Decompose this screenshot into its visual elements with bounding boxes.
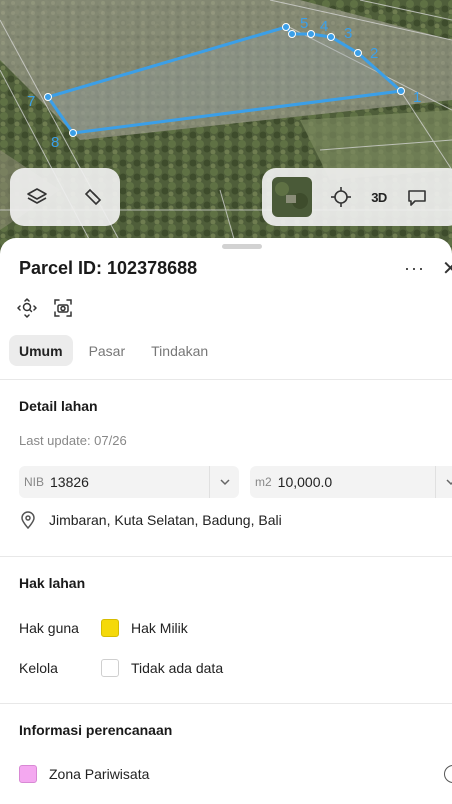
land-right-row: Hak guna Hak Milik [19,619,188,637]
vertex-label: 5 [300,15,308,32]
crosshair-icon[interactable] [326,182,356,212]
area-prefix: m2 [255,475,272,489]
parcel-detail-sheet: Parcel ID: 102378688 ··· ✕ Umum Pasar Ti… [0,238,452,804]
tab-tindakan[interactable]: Tindakan [141,335,218,366]
color-swatch [101,659,119,677]
land-right-row: Kelola Tidak ada data [19,659,223,677]
color-swatch [101,619,119,637]
land-right-value: Tidak ada data [131,660,224,676]
layers-icon[interactable] [24,182,50,212]
screenshot-icon[interactable] [53,298,73,318]
drag-handle[interactable] [222,244,262,249]
info-icon[interactable] [444,765,452,783]
satellite-thumbnail[interactable] [272,177,312,217]
area-field[interactable]: m2 10,000.0 [250,466,452,498]
color-swatch [19,765,37,783]
chevron-down-icon[interactable] [435,466,452,498]
land-rights-title: Hak lahan [19,575,86,591]
tab-umum[interactable]: Umum [9,335,73,366]
vertex-label: 8 [51,134,59,151]
draw-icon[interactable] [80,182,106,212]
satellite-map[interactable]: 5 4 3 2 1 7 8 3D [0,0,452,260]
3d-toggle-button[interactable]: 3D [356,190,402,205]
map-tools-panel [10,168,120,226]
vertex-label: 2 [370,45,378,62]
nib-prefix: NIB [24,475,45,489]
land-detail-title: Detail lahan [19,398,98,414]
land-right-label: Kelola [19,660,58,676]
nib-field[interactable]: NIB 13826 [19,466,239,498]
vertex-label: 4 [320,18,328,35]
address-row: Jimbaran, Kuta Selatan, Badung, Bali [19,511,282,529]
divider [0,379,452,380]
land-right-label: Hak guna [19,620,79,636]
planning-title: Informasi perencanaan [19,722,173,738]
search-zoom-icon[interactable] [17,298,37,318]
nib-value: 13826 [50,474,89,490]
divider [0,703,452,704]
vertex-label: 7 [27,93,35,110]
map-view-panel: 3D [262,168,452,226]
close-button[interactable]: ✕ [442,256,452,281]
tab-bar: Umum Pasar Tindakan [9,335,218,366]
vertex-label: 3 [344,25,352,42]
tab-pasar[interactable]: Pasar [79,335,136,366]
land-right-value: Hak Milik [131,620,188,636]
location-pin-icon [19,511,37,529]
more-options-button[interactable]: ··· [404,258,425,279]
area-value: 10,000.0 [277,474,333,490]
zone-text: Zona Pariwisata [49,766,150,782]
divider [0,556,452,557]
vertex-label: 1 [413,89,421,106]
last-update-text: Last update: 07/26 [19,433,127,448]
chat-icon[interactable] [402,182,432,212]
zone-row: Zona Pariwisata [19,765,149,783]
parcel-title: Parcel ID: 102378688 [19,258,198,278]
address-text: Jimbaran, Kuta Selatan, Badung, Bali [49,512,282,528]
chevron-down-icon[interactable] [209,466,239,498]
